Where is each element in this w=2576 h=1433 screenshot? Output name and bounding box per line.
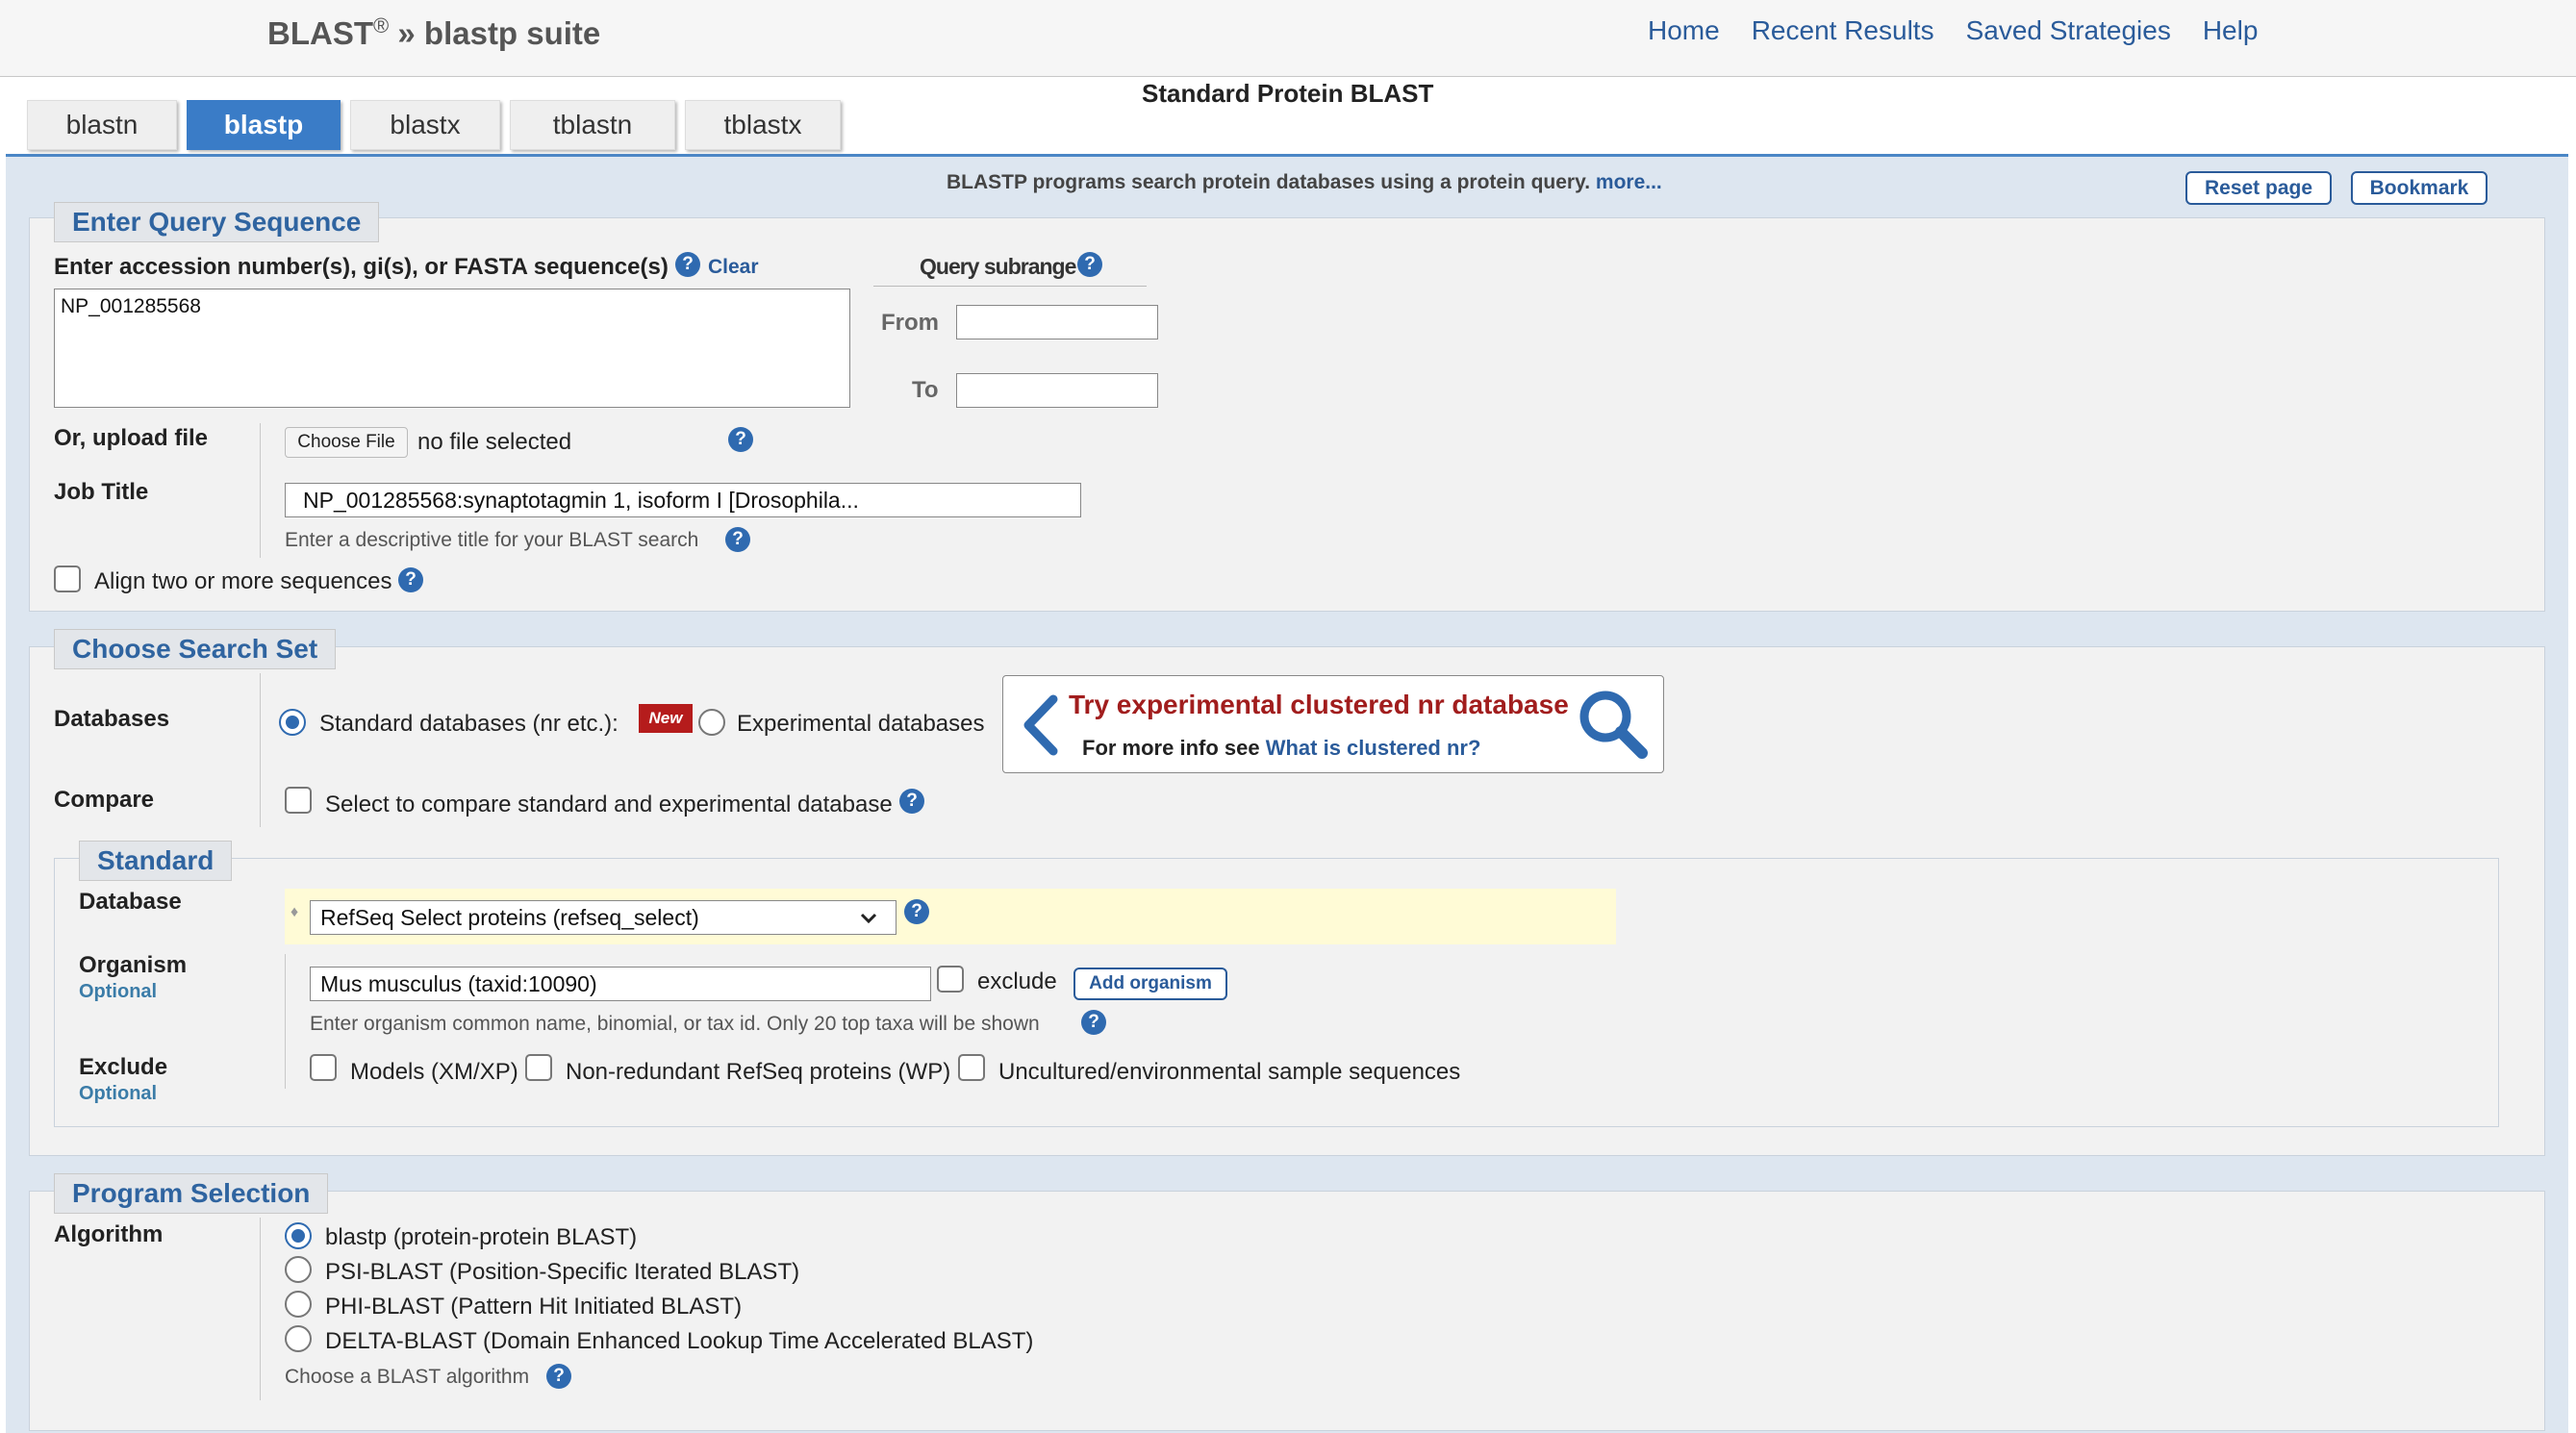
- query-legend: Enter Query Sequence: [54, 202, 380, 242]
- query-sequence-textarea[interactable]: NP_001285568: [54, 289, 850, 408]
- nav-help-link[interactable]: Help: [2203, 15, 2259, 46]
- help-icon[interactable]: ?: [1081, 1010, 1106, 1035]
- tab-blastx[interactable]: blastx: [350, 100, 500, 150]
- divider: [260, 1218, 261, 1400]
- new-badge: New: [639, 704, 693, 733]
- top-bar: BLAST® » blastp suite Home Recent Result…: [0, 0, 2576, 77]
- search-set-legend: Choose Search Set: [54, 629, 337, 669]
- upload-label: Or, upload file: [54, 425, 209, 451]
- experimental-databases-radio[interactable]: [698, 709, 725, 736]
- compare-checkbox[interactable]: [285, 787, 312, 814]
- algorithm-psiblast-radio[interactable]: [285, 1256, 312, 1283]
- algorithm-blastp-radio[interactable]: [285, 1222, 312, 1249]
- help-icon[interactable]: ?: [398, 567, 423, 592]
- organism-input[interactable]: Mus musculus (taxid:10090): [310, 967, 931, 1001]
- standard-legend: Standard: [79, 841, 233, 881]
- more-link[interactable]: more...: [1596, 171, 1662, 193]
- chevron-left-icon: [1023, 694, 1058, 756]
- subrange-divider: [873, 286, 1147, 287]
- algorithm-phiblast-radio[interactable]: [285, 1291, 312, 1318]
- exclude-optional: Optional: [79, 1083, 158, 1104]
- from-label: From: [881, 310, 939, 336]
- divider: [260, 423, 261, 558]
- promo-subtitle: For more info see What is clustered nr?: [1082, 736, 1481, 760]
- align-sequences-label: Align two or more sequences: [94, 568, 392, 594]
- divider: [285, 954, 286, 1089]
- clear-link[interactable]: Clear: [708, 256, 759, 279]
- align-sequences-checkbox[interactable]: [54, 566, 81, 592]
- database-label: Database: [79, 889, 182, 915]
- exclude-models-label: Models (XM/XP): [350, 1059, 518, 1085]
- query-subrange-label: Query subrange: [920, 254, 1076, 279]
- promo-title: Try experimental clustered nr database: [1069, 690, 1569, 719]
- tab-tblastx[interactable]: tblastx: [685, 100, 841, 150]
- help-icon[interactable]: ?: [725, 527, 750, 552]
- query-label: Enter accession number(s), gi(s), or FAS…: [54, 254, 669, 280]
- what-is-clustered-nr-link[interactable]: What is clustered nr?: [1266, 736, 1481, 760]
- exclude-uncultured-checkbox[interactable]: [958, 1054, 985, 1081]
- compare-text: Select to compare standard and experimen…: [325, 792, 893, 817]
- tab-blastp[interactable]: blastp: [187, 100, 341, 150]
- tab-tblastn[interactable]: tblastn: [510, 100, 675, 150]
- search-icon: [1579, 691, 1648, 759]
- exclude-label: Exclude: [79, 1054, 168, 1080]
- job-title-input[interactable]: NP_001285568:synaptotagmin 1, isoform I …: [285, 483, 1081, 517]
- exclude-models-checkbox[interactable]: [310, 1054, 337, 1081]
- algorithm-blastp-label: blastp (protein-protein BLAST): [325, 1224, 638, 1250]
- algorithm-deltablast-radio[interactable]: [285, 1325, 312, 1352]
- add-organism-button[interactable]: Add organism: [1073, 968, 1227, 1000]
- no-file-text: no file selected: [417, 429, 572, 455]
- help-icon[interactable]: ?: [904, 899, 929, 924]
- bookmark-button[interactable]: Bookmark: [2351, 171, 2488, 205]
- organism-label: Organism: [79, 952, 188, 978]
- reset-page-button[interactable]: Reset page: [2185, 171, 2332, 205]
- to-input[interactable]: [956, 373, 1158, 408]
- exclude-uncultured-label: Uncultured/environmental sample sequence…: [998, 1059, 1461, 1085]
- nav-saved-strategies-link[interactable]: Saved Strategies: [1966, 15, 2171, 46]
- help-icon[interactable]: ?: [546, 1364, 571, 1389]
- algorithm-psiblast-label: PSI-BLAST (Position-Specific Iterated BL…: [325, 1259, 800, 1285]
- help-icon[interactable]: ?: [899, 789, 924, 814]
- exclude-wp-checkbox[interactable]: [525, 1054, 552, 1081]
- algorithm-deltablast-label: DELTA-BLAST (Domain Enhanced Lookup Time…: [325, 1328, 1034, 1354]
- program-description: BLASTP programs search protein databases…: [947, 171, 1662, 193]
- program-legend: Program Selection: [54, 1173, 329, 1214]
- organism-hint: Enter organism common name, binomial, or…: [310, 1013, 1040, 1035]
- page-title: Standard Protein BLAST: [1142, 79, 1434, 108]
- exclude-organism-checkbox[interactable]: [937, 966, 964, 993]
- organism-optional: Optional: [79, 981, 158, 1002]
- help-icon[interactable]: ?: [728, 427, 753, 452]
- tab-blastn[interactable]: blastn: [27, 100, 177, 150]
- nav-recent-results-link[interactable]: Recent Results: [1752, 15, 1934, 46]
- chevron-down-icon: [860, 913, 877, 924]
- nav-home-link[interactable]: Home: [1648, 15, 1720, 46]
- standard-databases-radio[interactable]: [279, 709, 306, 736]
- to-label: To: [912, 377, 939, 403]
- brand-title: BLAST® » blastp suite: [267, 13, 601, 51]
- exclude-organism-label: exclude: [977, 968, 1057, 994]
- from-input[interactable]: [956, 305, 1158, 339]
- job-title-label: Job Title: [54, 479, 149, 505]
- required-diamond-icon: ♦: [290, 904, 299, 920]
- algorithm-label: Algorithm: [54, 1221, 164, 1247]
- help-icon[interactable]: ?: [675, 252, 700, 277]
- choose-file-button[interactable]: Choose File: [285, 427, 408, 458]
- algorithm-phiblast-label: PHI-BLAST (Pattern Hit Initiated BLAST): [325, 1294, 743, 1320]
- job-title-hint: Enter a descriptive title for your BLAST…: [285, 529, 699, 551]
- exclude-wp-label: Non-redundant RefSeq proteins (WP): [566, 1059, 951, 1085]
- standard-databases-label: Standard databases (nr etc.):: [319, 711, 619, 737]
- databases-label: Databases: [54, 706, 170, 732]
- clustered-nr-promo[interactable]: Try experimental clustered nr database F…: [1002, 675, 1664, 773]
- compare-label: Compare: [54, 787, 155, 813]
- experimental-databases-label: Experimental databases: [737, 711, 985, 737]
- help-icon[interactable]: ?: [1077, 252, 1102, 277]
- top-nav: Home Recent Results Saved Strategies Hel…: [1648, 15, 2258, 46]
- program-tabs: blastn blastp blastx tblastn tblastx: [27, 100, 841, 150]
- database-select[interactable]: RefSeq Select proteins (refseq_select): [310, 900, 897, 935]
- algorithm-hint: Choose a BLAST algorithm: [285, 1366, 530, 1388]
- divider: [260, 673, 261, 827]
